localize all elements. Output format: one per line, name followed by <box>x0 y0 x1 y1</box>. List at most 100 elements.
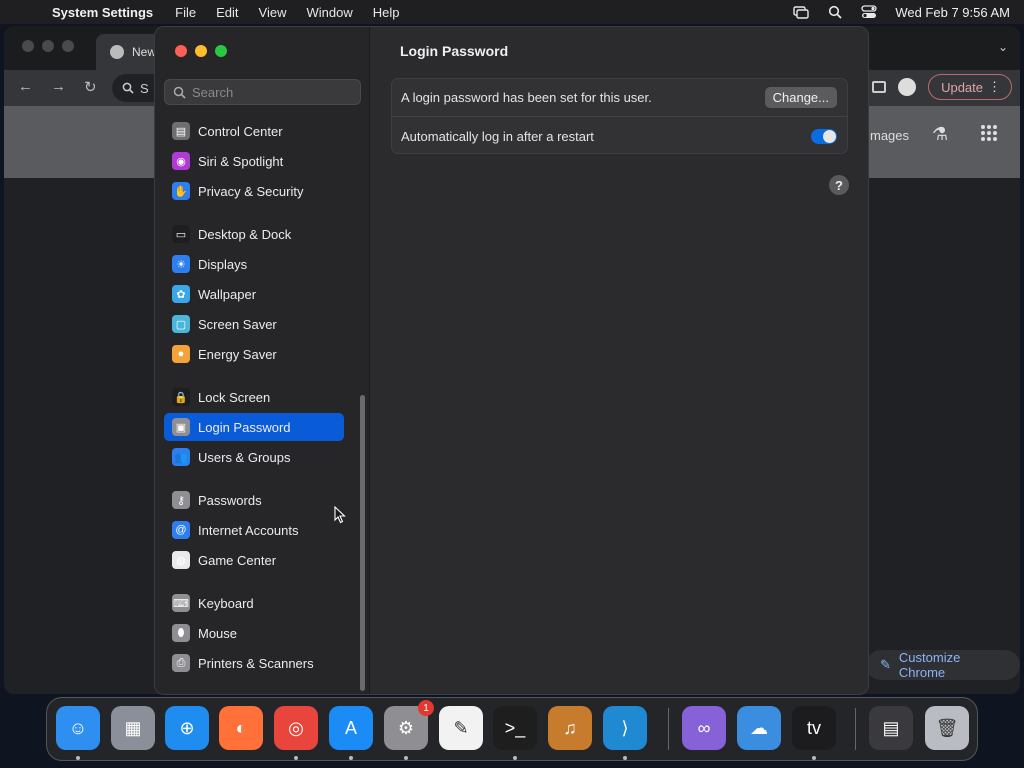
profile-avatar-icon[interactable] <box>898 78 917 96</box>
chrome-zoom-button[interactable] <box>62 40 74 52</box>
sidebar-item-keyboard[interactable]: ⌨ Keyboard <box>164 589 344 617</box>
sidebar-item-control-center[interactable]: ▤ Control Center <box>164 117 344 145</box>
help-button[interactable]: ? <box>829 175 849 195</box>
sidebar-item-label: Printers & Scanners <box>198 655 314 671</box>
dock-glyph: ☁ <box>750 717 768 738</box>
sidebar-item-desktop-dock[interactable]: ▭ Desktop & Dock <box>164 220 344 248</box>
terminal-icon[interactable]: >_ <box>493 706 537 760</box>
dock-glyph: ☺ <box>68 717 88 738</box>
sidebar-item-label: Siri & Spotlight <box>198 153 284 169</box>
google-apps-icon[interactable] <box>980 124 998 142</box>
sidebar-item-label: Energy Saver <box>198 346 277 362</box>
sidebar-item-siri-spotlight[interactable]: ◉ Siri & Spotlight <box>164 147 344 175</box>
change-password-button[interactable]: Change... <box>764 87 837 108</box>
menu-help[interactable]: Help <box>373 5 400 20</box>
launchpad-icon[interactable]: ▦ <box>111 706 155 750</box>
labs-flask-icon[interactable]: ⚗ <box>932 124 948 145</box>
auto-login-label: Automatically log in after a restart <box>401 128 594 144</box>
sidebar-item-label: Screen Saver <box>198 316 277 332</box>
menu-edit[interactable]: Edit <box>216 5 238 20</box>
sidebar-search[interactable] <box>164 79 361 105</box>
wallpaper-icon: ✿ <box>172 285 190 303</box>
system-settings-icon[interactable]: ⚙ 1 <box>384 700 434 760</box>
system-settings-window: ▤ Control Center ◉ Siri & Spotlight ✋ Privacy… <box>154 26 869 695</box>
visual-studio-icon[interactable]: ∞ <box>682 706 726 750</box>
sidebar-scrollbar[interactable] <box>360 395 365 691</box>
chrome-window-controls <box>22 40 74 52</box>
menu-bar-clock[interactable]: Wed Feb 7 9:56 AM <box>895 5 1010 20</box>
control-center-menu-icon[interactable] <box>861 5 877 19</box>
chevron-down-icon[interactable]: ⌄ <box>998 40 1008 54</box>
screen-mirroring-icon[interactable] <box>793 5 810 19</box>
password-status-row: A login password has been set for this u… <box>392 79 847 117</box>
trash-icon[interactable]: 🗑 <box>925 706 969 750</box>
sidebar-item-screen-saver[interactable]: ▢ Screen Saver <box>164 310 344 338</box>
game-center-icon: ◍ <box>172 551 190 569</box>
menu-app-name[interactable]: System Settings <box>52 5 153 20</box>
apple-tv-icon[interactable]: tv <box>792 706 836 760</box>
sidebar-item-privacy-security[interactable]: ✋ Privacy & Security <box>164 177 344 205</box>
customize-chrome-button[interactable]: ✎ Customize Chrome <box>866 650 1020 680</box>
sidebar-item-passwords[interactable]: ⚷ Passwords <box>164 486 344 514</box>
dock-glyph: A <box>344 717 357 738</box>
safari-icon[interactable]: ⊕ <box>165 706 209 750</box>
sidebar-list: ▤ Control Center ◉ Siri & Spotlight ✋ Privacy… <box>155 117 370 694</box>
sidebar-item-login-password[interactable]: ▣ Login Password <box>164 413 344 441</box>
textedit-icon[interactable]: ✎ <box>439 706 483 750</box>
menu-window[interactable]: Window <box>306 5 352 20</box>
dock-glyph: ∞ <box>697 717 711 738</box>
reload-icon[interactable]: ↻ <box>84 78 97 96</box>
search-input[interactable] <box>192 84 352 100</box>
chrome-minimize-button[interactable] <box>42 40 54 52</box>
garageband-icon[interactable]: ♫ <box>548 706 592 750</box>
zoom-button[interactable] <box>215 45 227 57</box>
more-menu-icon[interactable]: ⋮ <box>988 79 1001 95</box>
menu-view[interactable]: View <box>259 5 287 20</box>
side-panel-icon[interactable] <box>872 81 887 93</box>
sidebar-item-wallpaper[interactable]: ✿ Wallpaper <box>164 280 344 308</box>
dock-separator <box>668 708 669 750</box>
images-link[interactable]: mages <box>870 128 909 143</box>
sidebar-item-energy-saver[interactable]: ● Energy Saver <box>164 340 344 368</box>
chrome-toolbar-right: Update ⋮ <box>872 74 1012 100</box>
menu-file[interactable]: File <box>175 5 196 20</box>
sidebar-item-internet-accounts[interactable]: @ Internet Accounts <box>164 516 344 544</box>
chrome-icon[interactable]: ◎ <box>274 706 318 760</box>
omnibox-text: S <box>140 80 149 96</box>
update-label: Update <box>941 79 983 95</box>
running-indicator <box>513 756 517 760</box>
login-password-panel: A login password has been set for this u… <box>391 78 848 154</box>
dock-glyph: >_ <box>504 717 526 738</box>
firefox-icon[interactable]: ◐ <box>219 706 263 750</box>
menu-bar-extras: Wed Feb 7 9:56 AM <box>793 0 1010 24</box>
close-button[interactable] <box>175 45 187 57</box>
sidebar-item-mouse[interactable]: ⬮ Mouse <box>164 619 344 647</box>
sun-icon: ☀ <box>172 255 190 273</box>
auto-login-toggle[interactable] <box>811 128 837 144</box>
sidebar-item-game-center[interactable]: ◍ Game Center <box>164 546 344 574</box>
vscode-icon[interactable]: ⟩ <box>603 706 647 760</box>
weather-icon[interactable]: ☁ <box>737 706 781 750</box>
sidebar-item-printers-scanners[interactable]: ⎙ Printers & Scanners <box>164 649 344 677</box>
sidebar-item-displays[interactable]: ☀ Displays <box>164 250 344 278</box>
bulb-icon: ● <box>172 345 190 363</box>
chrome-update-button[interactable]: Update ⋮ <box>928 74 1012 100</box>
sidebar-item-label: Mouse <box>198 625 238 641</box>
window-controls <box>175 45 227 57</box>
chrome-favicon-icon <box>110 45 124 59</box>
dock-glyph: ◐ <box>235 717 247 738</box>
sidebar-item-users-groups[interactable]: 👥 Users & Groups <box>164 443 344 471</box>
search-icon <box>122 82 134 94</box>
minimize-button[interactable] <box>195 45 207 57</box>
app-folder-icon[interactable]: ▤ <box>869 706 913 750</box>
sidebar-item-lock-screen[interactable]: 🔒 Lock Screen <box>164 383 344 411</box>
chrome-close-button[interactable] <box>22 40 34 52</box>
sidebar-item-label: Desktop & Dock <box>198 226 292 242</box>
back-arrow-icon[interactable]: ← <box>18 78 33 96</box>
pencil-icon: ✎ <box>880 657 891 672</box>
app-store-icon[interactable]: A <box>329 706 373 760</box>
finder-icon[interactable]: ☺ <box>56 706 100 760</box>
forward-arrow-icon[interactable]: → <box>51 78 66 96</box>
menu-bar: System Settings File Edit View Window He… <box>0 0 1024 24</box>
spotlight-search-icon[interactable] <box>827 5 843 19</box>
